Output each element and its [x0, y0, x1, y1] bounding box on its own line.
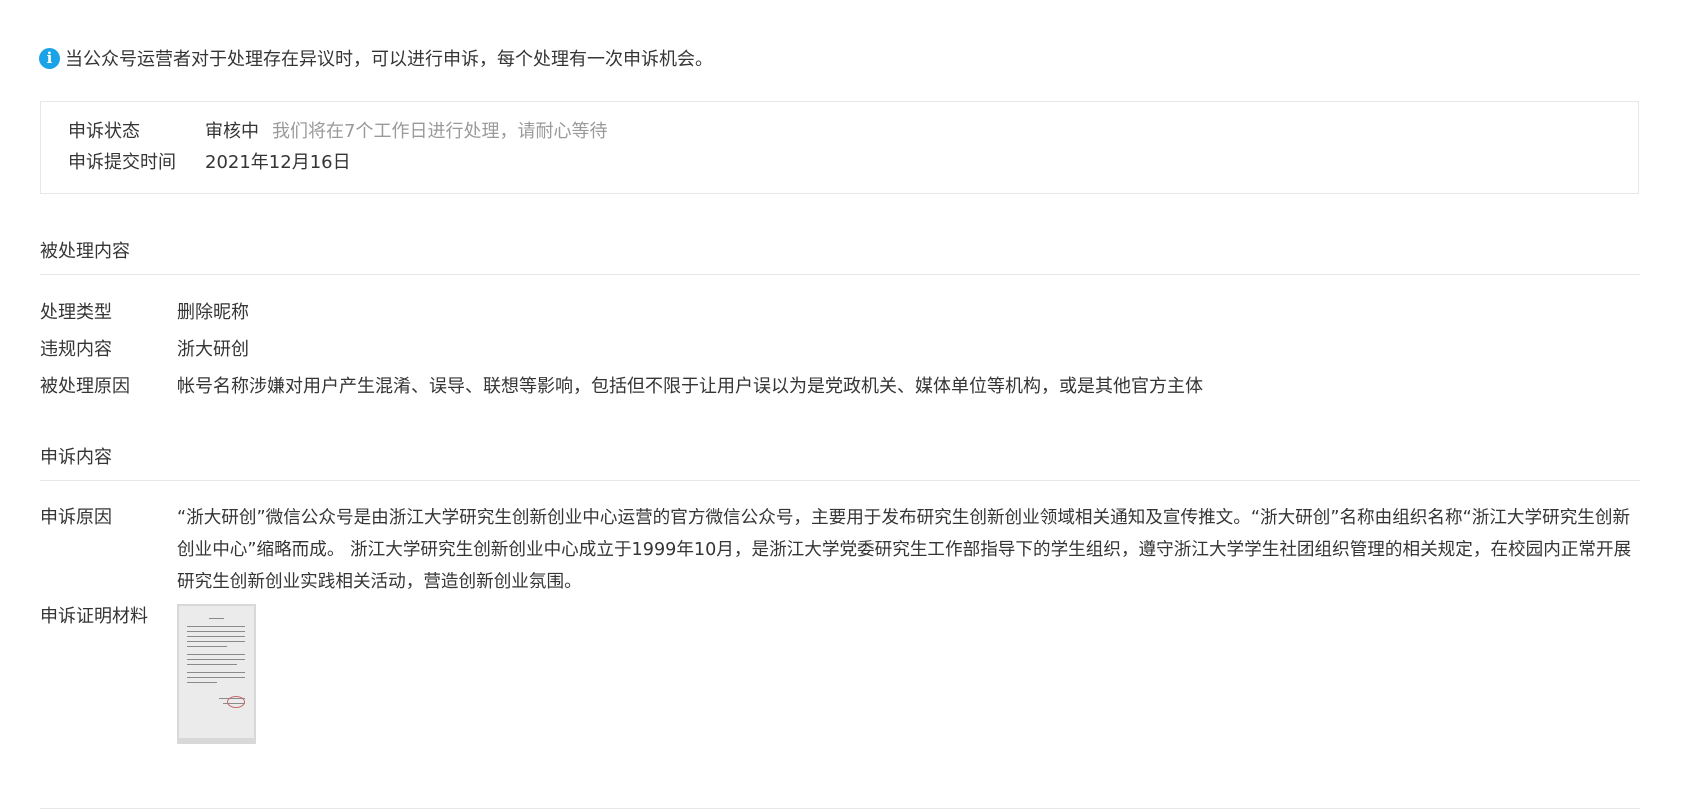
handle-type-label: 处理类型	[40, 302, 112, 323]
handle-reason-value: 帐号名称涉嫌对用户产生混淆、误导、联想等影响，包括但不限于让用户误以为是党政机关…	[177, 376, 1203, 397]
divider	[40, 274, 1640, 275]
appeal-notice: i 当公众号运营者对于处理存在异议时，可以进行申诉，每个处理有一次申诉机会。	[39, 44, 713, 72]
appeal-reason-label: 申诉原因	[40, 507, 112, 528]
document-image	[179, 606, 254, 738]
appeal-status-box: 申诉状态 审核中 我们将在7个工作日进行处理，请耐心等待 申诉提交时间 2021…	[40, 101, 1639, 194]
violation-content-label: 违规内容	[40, 339, 112, 360]
appeal-reason-value: “浙大研创”微信公众号是由浙江大学研究生创新创业中心运营的官方微信公众号，主要用…	[177, 508, 1632, 592]
status-row: 申诉状态 审核中 我们将在7个工作日进行处理，请耐心等待	[68, 115, 607, 145]
submit-time-value: 2021年12月16日	[205, 152, 351, 173]
evidence-label: 申诉证明材料	[40, 606, 148, 627]
status-hint: 我们将在7个工作日进行处理，请耐心等待	[272, 121, 608, 142]
stamp-icon	[227, 696, 245, 708]
info-icon: i	[39, 47, 60, 69]
divider	[40, 808, 1640, 809]
status-value: 审核中	[205, 121, 259, 142]
handled-section-title: 被处理内容	[40, 241, 130, 262]
handle-type-row: 处理类型 删除昵称	[40, 298, 1640, 324]
divider	[40, 480, 1640, 481]
appeal-reason-row: 申诉原因 “浙大研创”微信公众号是由浙江大学研究生创新创业中心运营的官方微信公众…	[40, 502, 1640, 598]
handle-reason-row: 被处理原因 帐号名称涉嫌对用户产生混淆、误导、联想等影响，包括但不限于让用户误以…	[40, 372, 1640, 398]
appeal-section-title: 申诉内容	[40, 447, 112, 468]
violation-content-value: 浙大研创	[177, 339, 249, 360]
handle-type-value: 删除昵称	[177, 302, 249, 323]
submit-time-row: 申诉提交时间 2021年12月16日	[68, 146, 351, 176]
violation-content-row: 违规内容 浙大研创	[40, 335, 1640, 361]
evidence-thumbnail[interactable]	[177, 604, 256, 744]
evidence-row: 申诉证明材料	[40, 604, 1640, 744]
notice-text: 当公众号运营者对于处理存在异议时，可以进行申诉，每个处理有一次申诉机会。	[65, 49, 713, 70]
handle-reason-label: 被处理原因	[40, 376, 130, 397]
status-label: 申诉状态	[68, 121, 140, 142]
submit-time-label: 申诉提交时间	[68, 152, 176, 173]
